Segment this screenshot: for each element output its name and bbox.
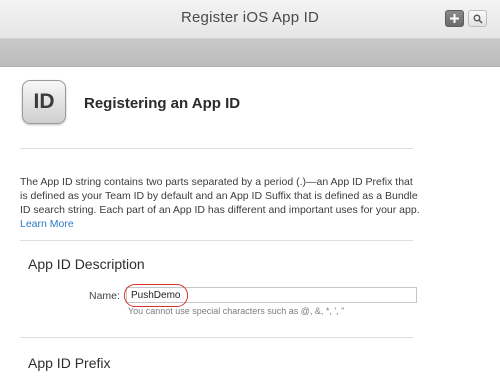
plus-icon xyxy=(450,14,459,23)
title-bar: Register iOS App ID xyxy=(0,0,500,39)
learn-more-link[interactable]: Learn More xyxy=(20,218,74,230)
intro-text: The App ID string contains two parts sep… xyxy=(20,176,420,216)
search-button[interactable] xyxy=(468,10,487,27)
divider xyxy=(20,240,413,241)
toolbar-band xyxy=(0,39,500,67)
add-button[interactable] xyxy=(445,10,464,27)
app-id-icon: ID xyxy=(22,80,66,124)
divider xyxy=(20,148,413,149)
window-title: Register iOS App ID xyxy=(180,9,320,26)
page-title: Registering an App ID xyxy=(84,95,241,112)
intro-paragraph: The App ID string contains two parts sep… xyxy=(20,175,420,231)
name-input-value: PushDemo xyxy=(131,290,181,301)
name-label: Name: xyxy=(89,290,120,302)
divider xyxy=(20,337,413,338)
search-icon xyxy=(473,14,483,24)
section-title-prefix: App ID Prefix xyxy=(28,355,111,371)
app-id-icon-label: ID xyxy=(33,90,55,113)
section-title-description: App ID Description xyxy=(28,256,145,272)
name-input[interactable]: PushDemo xyxy=(126,287,417,303)
name-hint: You cannot use special characters such a… xyxy=(128,306,345,316)
